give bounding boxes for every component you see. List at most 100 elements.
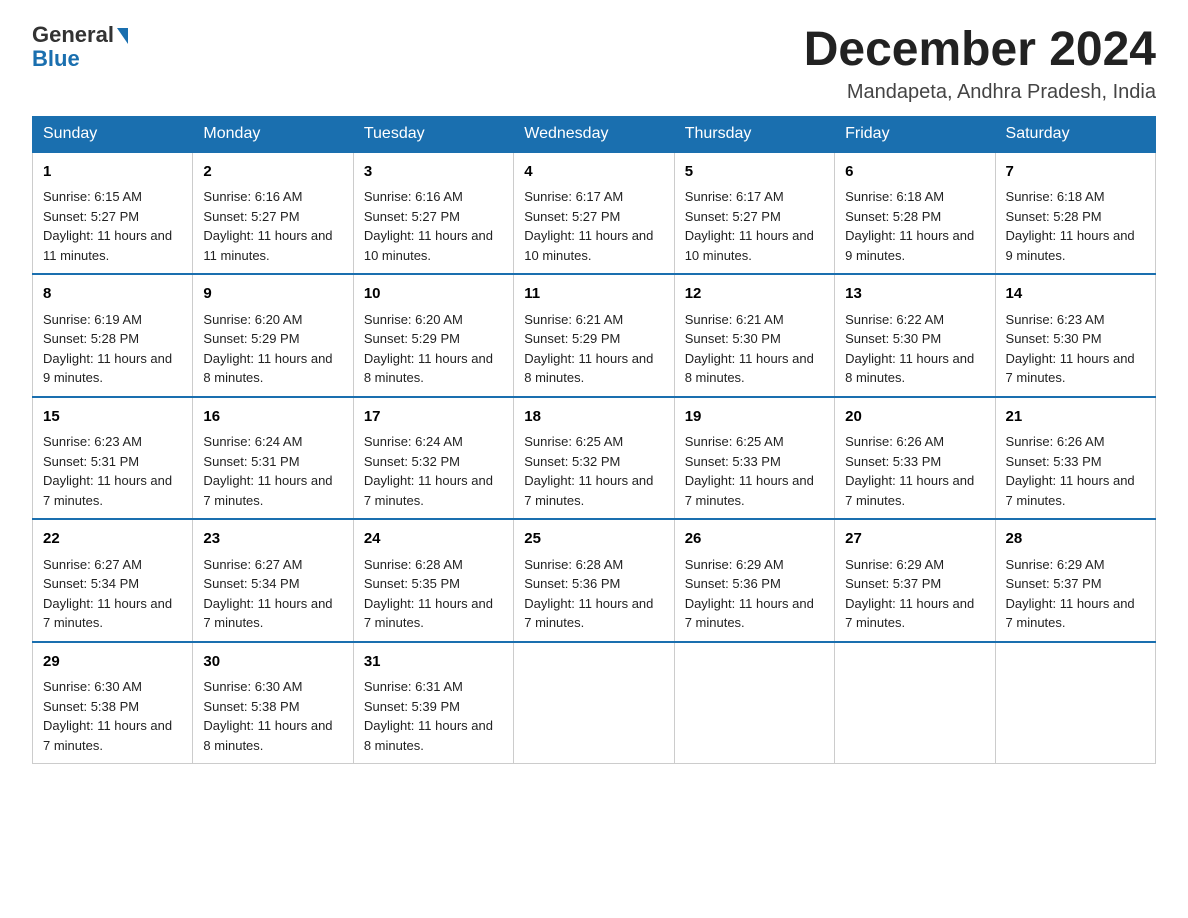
calendar-cell: 18Sunrise: 6:25 AMSunset: 5:32 PMDayligh… <box>514 397 674 520</box>
logo-triangle-icon <box>117 28 128 44</box>
day-number: 29 <box>43 651 182 674</box>
calendar-cell: 25Sunrise: 6:28 AMSunset: 5:36 PMDayligh… <box>514 519 674 642</box>
day-info: Sunrise: 6:23 AMSunset: 5:30 PMDaylight:… <box>1006 310 1145 388</box>
day-info: Sunrise: 6:20 AMSunset: 5:29 PMDaylight:… <box>203 310 342 388</box>
calendar-header-row: SundayMondayTuesdayWednesdayThursdayFrid… <box>33 116 1156 152</box>
day-number: 26 <box>685 528 824 551</box>
day-number: 25 <box>524 528 663 551</box>
day-info: Sunrise: 6:24 AMSunset: 5:31 PMDaylight:… <box>203 432 342 510</box>
calendar-cell: 10 Sunrise: 6:20 AMSunset: 5:29 PMDayligh… <box>353 274 513 397</box>
day-info: Sunrise: 6:30 AMSunset: 5:38 PMDaylight:… <box>43 677 182 755</box>
calendar-cell: 30Sunrise: 6:30 AMSunset: 5:38 PMDayligh… <box>193 642 353 764</box>
calendar-cell: 24 Sunrise: 6:28 AMSunset: 5:35 PMDayligh… <box>353 519 513 642</box>
calendar-title: December 2024 <box>804 24 1156 77</box>
day-number: 19 <box>685 406 824 429</box>
calendar-cell: 28Sunrise: 6:29 AMSunset: 5:37 PMDayligh… <box>995 519 1155 642</box>
calendar-table: SundayMondayTuesdayWednesdayThursdayFrid… <box>32 116 1156 765</box>
day-number: 7 <box>1006 161 1145 184</box>
day-info: Sunrise: 6:23 AMSunset: 5:31 PMDaylight:… <box>43 432 182 510</box>
day-number: 28 <box>1006 528 1145 551</box>
day-info: Sunrise: 6:27 AMSunset: 5:34 PMDaylight:… <box>203 555 342 633</box>
day-info: Sunrise: 6:17 AMSunset: 5:27 PMDaylight:… <box>524 187 663 265</box>
day-info: Sunrise: 6:27 AMSunset: 5:34 PMDaylight:… <box>43 555 182 633</box>
day-info: Sunrise: 6:24 AMSunset: 5:32 PMDaylight:… <box>364 432 503 510</box>
day-number: 31 <box>364 651 503 674</box>
title-block: December 2024 Mandapeta, Andhra Pradesh,… <box>804 24 1156 104</box>
day-info: Sunrise: 6:15 AMSunset: 5:27 PMDaylight:… <box>43 187 182 265</box>
calendar-cell: 2Sunrise: 6:16 AMSunset: 5:27 PMDaylight… <box>193 152 353 275</box>
calendar-cell: 7 Sunrise: 6:18 AMSunset: 5:28 PMDaylight… <box>995 152 1155 275</box>
calendar-cell: 14 Sunrise: 6:23 AMSunset: 5:30 PMDayligh… <box>995 274 1155 397</box>
day-info: Sunrise: 6:21 AMSunset: 5:29 PMDaylight:… <box>524 310 663 388</box>
day-info: Sunrise: 6:29 AMSunset: 5:37 PMDaylight:… <box>845 555 984 633</box>
calendar-subtitle: Mandapeta, Andhra Pradesh, India <box>804 81 1156 104</box>
week-row-3: 15 Sunrise: 6:23 AMSunset: 5:31 PMDayligh… <box>33 397 1156 520</box>
day-number: 22 <box>43 528 182 551</box>
calendar-cell <box>674 642 834 764</box>
col-header-monday: Monday <box>193 116 353 152</box>
day-number: 18 <box>524 406 663 429</box>
calendar-cell: 12Sunrise: 6:21 AMSunset: 5:30 PMDayligh… <box>674 274 834 397</box>
day-number: 21 <box>1006 406 1145 429</box>
day-number: 27 <box>845 528 984 551</box>
day-info: Sunrise: 6:28 AMSunset: 5:35 PMDaylight:… <box>364 555 503 633</box>
day-number: 9 <box>203 283 342 306</box>
calendar-cell: 19 Sunrise: 6:25 AMSunset: 5:33 PMDayligh… <box>674 397 834 520</box>
day-number: 1 <box>43 161 182 184</box>
calendar-cell: 3 Sunrise: 6:16 AMSunset: 5:27 PMDaylight… <box>353 152 513 275</box>
calendar-cell: 15 Sunrise: 6:23 AMSunset: 5:31 PMDayligh… <box>33 397 193 520</box>
day-number: 3 <box>364 161 503 184</box>
day-number: 17 <box>364 406 503 429</box>
day-info: Sunrise: 6:26 AMSunset: 5:33 PMDaylight:… <box>1006 432 1145 510</box>
calendar-cell: 9 Sunrise: 6:20 AMSunset: 5:29 PMDaylight… <box>193 274 353 397</box>
week-row-2: 8Sunrise: 6:19 AMSunset: 5:28 PMDaylight… <box>33 274 1156 397</box>
day-number: 24 <box>364 528 503 551</box>
day-number: 20 <box>845 406 984 429</box>
calendar-cell: 11Sunrise: 6:21 AMSunset: 5:29 PMDayligh… <box>514 274 674 397</box>
day-info: Sunrise: 6:18 AMSunset: 5:28 PMDaylight:… <box>845 187 984 265</box>
calendar-cell: 31 Sunrise: 6:31 AMSunset: 5:39 PMDayligh… <box>353 642 513 764</box>
logo: General Blue <box>32 24 128 72</box>
week-row-5: 29 Sunrise: 6:30 AMSunset: 5:38 PMDayligh… <box>33 642 1156 764</box>
col-header-sunday: Sunday <box>33 116 193 152</box>
calendar-cell: 5Sunrise: 6:17 AMSunset: 5:27 PMDaylight… <box>674 152 834 275</box>
day-number: 5 <box>685 161 824 184</box>
calendar-cell <box>835 642 995 764</box>
calendar-cell: 16 Sunrise: 6:24 AMSunset: 5:31 PMDayligh… <box>193 397 353 520</box>
day-number: 6 <box>845 161 984 184</box>
day-info: Sunrise: 6:25 AMSunset: 5:33 PMDaylight:… <box>685 432 824 510</box>
calendar-cell: 27 Sunrise: 6:29 AMSunset: 5:37 PMDayligh… <box>835 519 995 642</box>
calendar-cell: 29 Sunrise: 6:30 AMSunset: 5:38 PMDayligh… <box>33 642 193 764</box>
day-number: 15 <box>43 406 182 429</box>
day-number: 12 <box>685 283 824 306</box>
col-header-tuesday: Tuesday <box>353 116 513 152</box>
calendar-cell: 4 Sunrise: 6:17 AMSunset: 5:27 PMDaylight… <box>514 152 674 275</box>
day-number: 13 <box>845 283 984 306</box>
day-number: 4 <box>524 161 663 184</box>
day-info: Sunrise: 6:30 AMSunset: 5:38 PMDaylight:… <box>203 677 342 755</box>
day-number: 14 <box>1006 283 1145 306</box>
col-header-friday: Friday <box>835 116 995 152</box>
calendar-cell: 1 Sunrise: 6:15 AMSunset: 5:27 PMDaylight… <box>33 152 193 275</box>
day-info: Sunrise: 6:18 AMSunset: 5:28 PMDaylight:… <box>1006 187 1145 265</box>
col-header-saturday: Saturday <box>995 116 1155 152</box>
day-number: 23 <box>203 528 342 551</box>
day-info: Sunrise: 6:16 AMSunset: 5:27 PMDaylight:… <box>364 187 503 265</box>
day-info: Sunrise: 6:16 AMSunset: 5:27 PMDaylight:… <box>203 187 342 265</box>
day-number: 16 <box>203 406 342 429</box>
day-info: Sunrise: 6:31 AMSunset: 5:39 PMDaylight:… <box>364 677 503 755</box>
calendar-cell: 23 Sunrise: 6:27 AMSunset: 5:34 PMDayligh… <box>193 519 353 642</box>
day-info: Sunrise: 6:29 AMSunset: 5:36 PMDaylight:… <box>685 555 824 633</box>
logo-general: General <box>32 24 114 46</box>
day-number: 10 <box>364 283 503 306</box>
day-info: Sunrise: 6:20 AMSunset: 5:29 PMDaylight:… <box>364 310 503 388</box>
page-header: General Blue December 2024 Mandapeta, An… <box>32 24 1156 104</box>
week-row-4: 22 Sunrise: 6:27 AMSunset: 5:34 PMDayligh… <box>33 519 1156 642</box>
calendar-cell: 22 Sunrise: 6:27 AMSunset: 5:34 PMDayligh… <box>33 519 193 642</box>
col-header-thursday: Thursday <box>674 116 834 152</box>
calendar-cell <box>514 642 674 764</box>
calendar-cell: 17 Sunrise: 6:24 AMSunset: 5:32 PMDayligh… <box>353 397 513 520</box>
calendar-cell <box>995 642 1155 764</box>
logo-blue: Blue <box>32 46 80 72</box>
calendar-cell: 26 Sunrise: 6:29 AMSunset: 5:36 PMDayligh… <box>674 519 834 642</box>
